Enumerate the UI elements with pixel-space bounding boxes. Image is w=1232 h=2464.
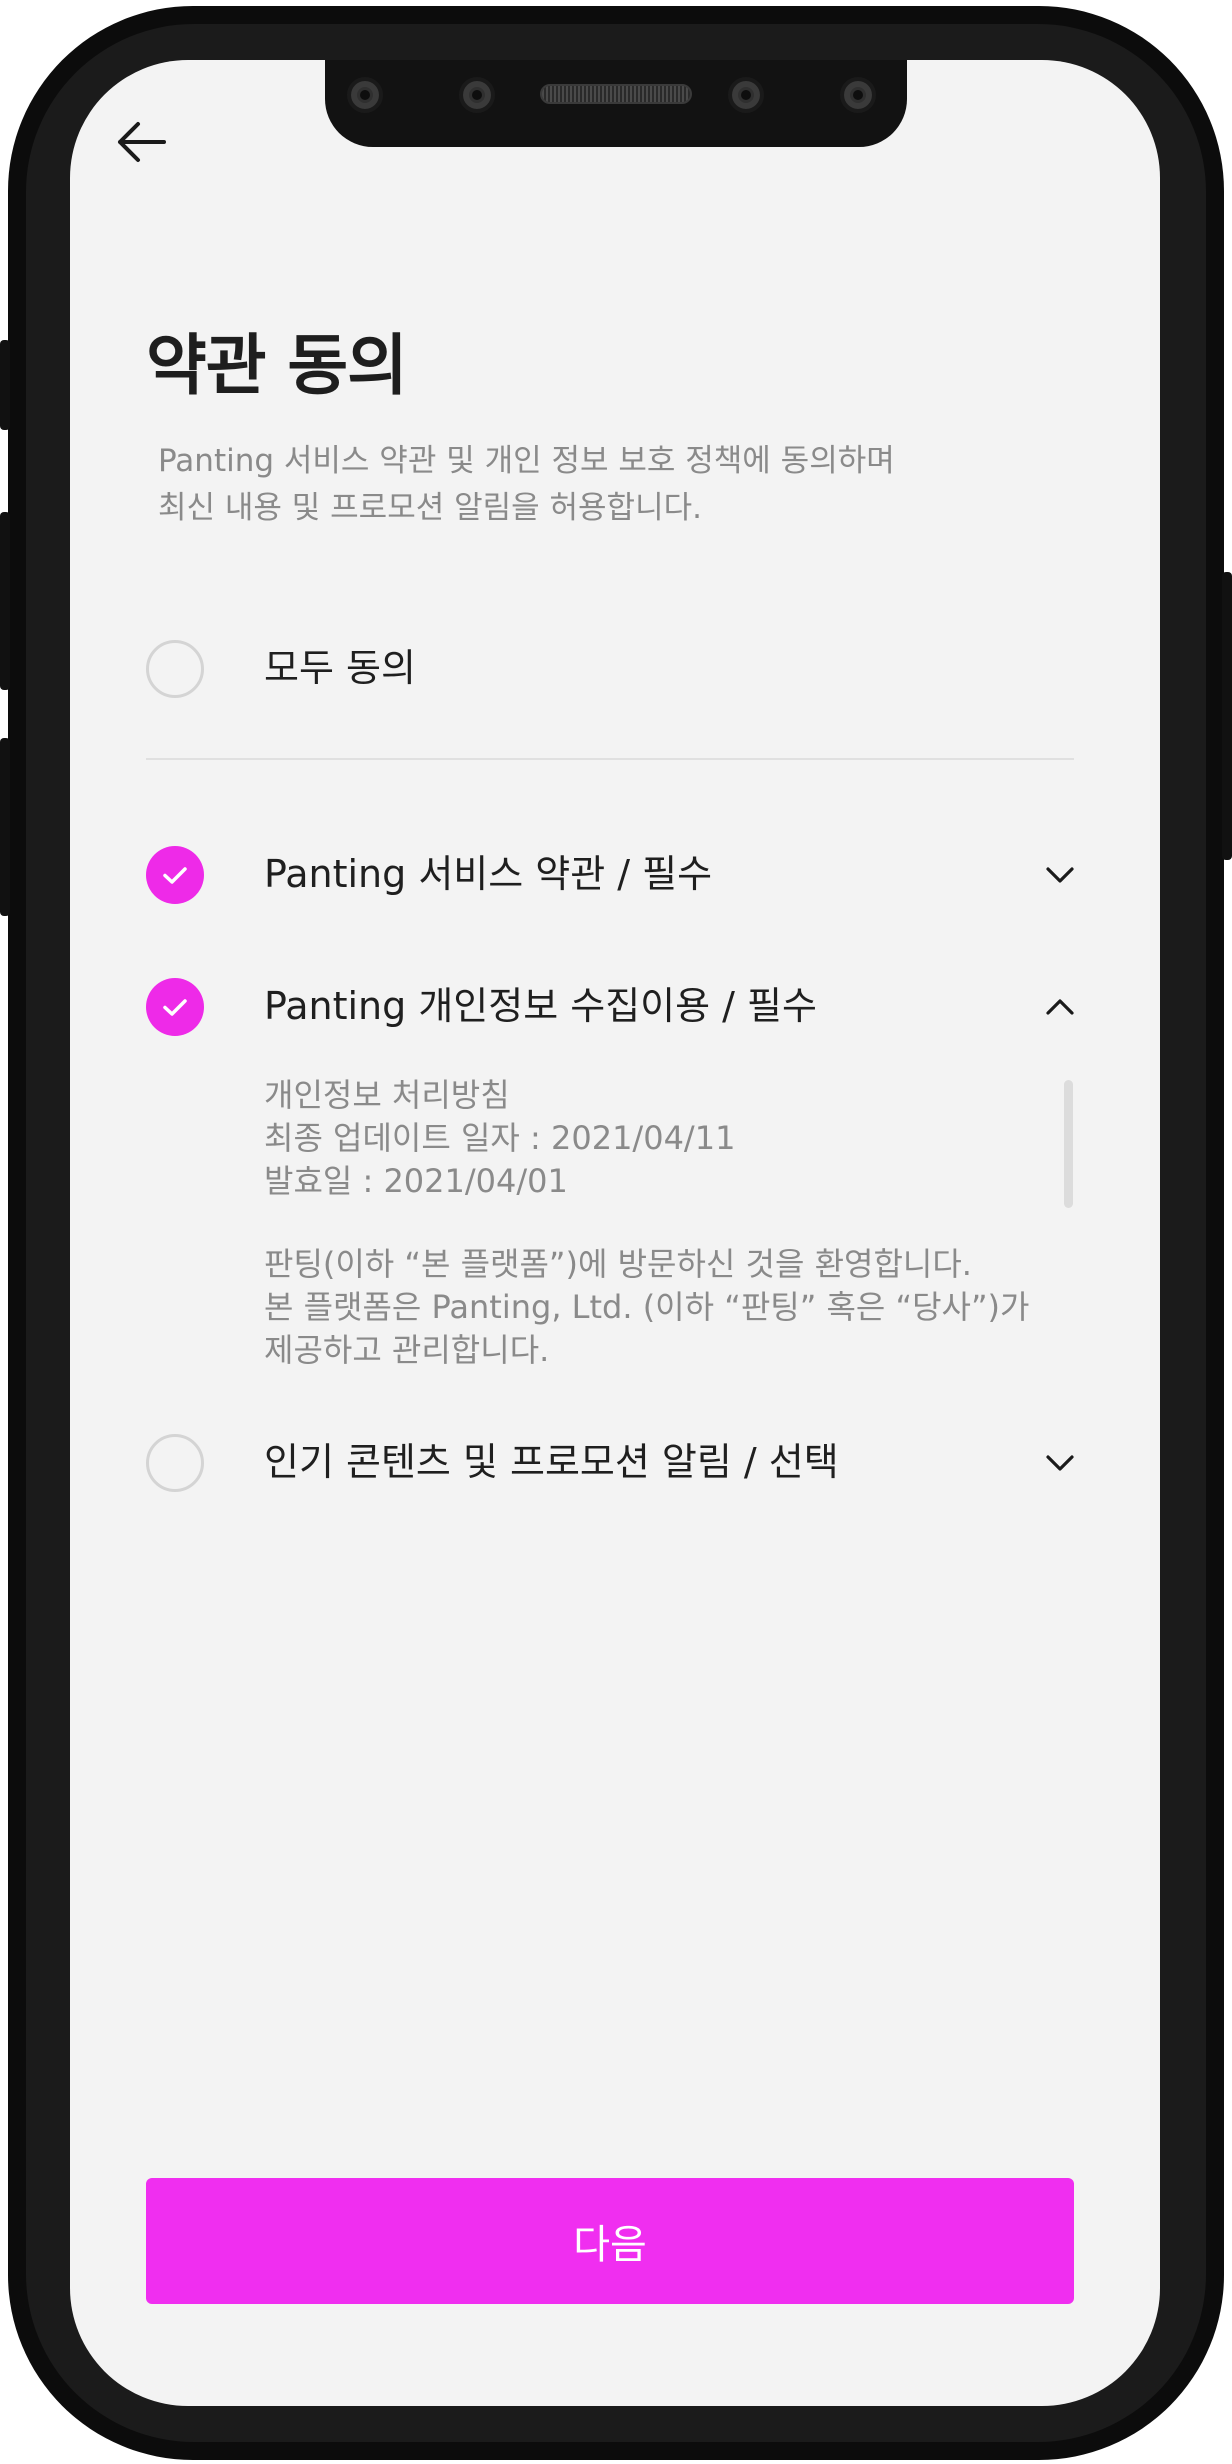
sensor-icon bbox=[347, 77, 383, 113]
detail-line: 개인정보 처리방침 bbox=[264, 1076, 510, 1114]
next-button-label: 다음 bbox=[573, 2222, 647, 2268]
earpiece-speaker bbox=[540, 84, 692, 104]
privacy-policy-detail: 개인정보 처리방침 최종 업데이트 일자 : 2021/04/11 발효일 : … bbox=[264, 1074, 1064, 1203]
volume-up-button bbox=[0, 512, 10, 690]
agree-all-checkbox[interactable] bbox=[146, 640, 204, 698]
notch bbox=[325, 60, 907, 147]
back-arrow-icon[interactable] bbox=[112, 112, 172, 172]
service-terms-label[interactable]: Panting 서비스 약관 / 필수 bbox=[264, 845, 712, 903]
chevron-up-icon[interactable] bbox=[1040, 987, 1080, 1027]
chevron-down-icon[interactable] bbox=[1040, 1443, 1080, 1483]
agree-all-label[interactable]: 모두 동의 bbox=[264, 639, 416, 697]
service-terms-checkbox[interactable] bbox=[146, 846, 204, 904]
promotion-terms-label[interactable]: 인기 콘텐츠 및 프로모션 알림 / 선택 bbox=[264, 1433, 839, 1491]
check-icon bbox=[163, 867, 187, 884]
detail-line: 발효일 : 2021/04/01 bbox=[264, 1162, 568, 1200]
next-button[interactable]: 다음 bbox=[146, 2178, 1074, 2304]
detail-line: 판팅(이하 “본 플랫폼”)에 방문하신 것을 환영합니다. bbox=[264, 1245, 972, 1283]
page-title: 약관 동의 bbox=[146, 327, 408, 404]
privacy-terms-label[interactable]: Panting 개인정보 수집이용 / 필수 bbox=[264, 977, 817, 1035]
detail-line: 본 플랫폼은 Panting, Ltd. (이하 “판팅” 혹은 “당사”)가 bbox=[264, 1288, 1030, 1326]
volume-down-button bbox=[0, 738, 10, 916]
app-screen bbox=[70, 60, 1160, 2406]
promotion-terms-checkbox[interactable] bbox=[146, 1434, 204, 1492]
page-description: Panting 서비스 약관 및 개인 정보 보호 정책에 동의하며 최신 내용… bbox=[158, 438, 1038, 532]
divider bbox=[146, 758, 1074, 760]
detail-line: 최종 업데이트 일자 : 2021/04/11 bbox=[264, 1119, 736, 1157]
check-icon bbox=[163, 999, 187, 1016]
detail-scrollbar[interactable] bbox=[1064, 1080, 1073, 1208]
description-line: 최신 내용 및 프로모션 알림을 허용합니다. bbox=[158, 490, 702, 526]
front-camera-icon bbox=[728, 77, 764, 113]
proximity-sensor-icon bbox=[459, 77, 495, 113]
description-line: Panting 서비스 약관 및 개인 정보 보호 정책에 동의하며 bbox=[158, 443, 895, 479]
mute-switch bbox=[0, 340, 10, 430]
chevron-down-icon[interactable] bbox=[1040, 855, 1080, 895]
detail-line: 제공하고 관리합니다. bbox=[264, 1331, 550, 1369]
power-button bbox=[1222, 572, 1232, 860]
ambient-light-sensor-icon bbox=[840, 77, 876, 113]
privacy-terms-checkbox[interactable] bbox=[146, 978, 204, 1036]
privacy-policy-intro: 판팅(이하 “본 플랫폼”)에 방문하신 것을 환영합니다. 본 플랫폼은 Pa… bbox=[264, 1243, 1064, 1372]
